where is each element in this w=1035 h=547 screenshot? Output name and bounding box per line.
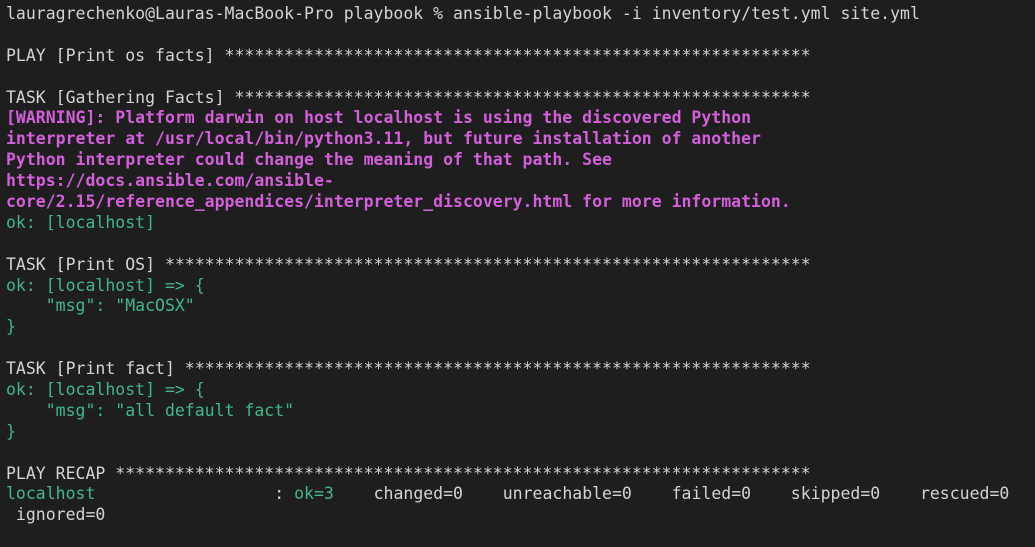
terminal-text-segment: Python interpreter could change the mean… bbox=[6, 150, 612, 170]
terminal-line-result: } bbox=[6, 422, 1035, 443]
terminal-text-segment: [WARNING]: Platform darwin on host local… bbox=[6, 108, 752, 128]
terminal-text-segment: ok: [localhost] => { bbox=[6, 275, 205, 295]
terminal-text-segment: localhost bbox=[6, 484, 96, 504]
terminal-line-task-header: TASK [Gathering Facts] *****************… bbox=[6, 88, 1035, 109]
terminal-line-recap: localhost : ok=3 changed=0 unreachable=0… bbox=[6, 484, 1035, 505]
terminal-text-segment: : bbox=[95, 484, 295, 504]
terminal-line-warning: interpreter at /usr/local/bin/python3.11… bbox=[6, 129, 1035, 150]
terminal-text-segment: TASK [Print fact] **********************… bbox=[6, 359, 811, 379]
terminal-line-play-header: PLAY [Print os facts] ******************… bbox=[6, 46, 1035, 67]
terminal-line-command: lauragrechenko@Lauras-MacBook-Pro playbo… bbox=[6, 4, 1035, 25]
terminal-text-segment: core/2.15/reference_appendices/interpret… bbox=[6, 192, 791, 212]
terminal-line-result: ok: [localhost] bbox=[6, 213, 1035, 234]
terminal-text-segment: } bbox=[6, 317, 16, 337]
terminal-line-result: ok: [localhost] => { bbox=[6, 276, 1035, 297]
terminal-line-recap-header: PLAY RECAP *****************************… bbox=[6, 464, 1035, 485]
terminal-line-result: } bbox=[6, 317, 1035, 338]
terminal-text-segment: ignored=0 bbox=[6, 505, 106, 525]
terminal-text-segment: PLAY [Print os facts] ******************… bbox=[6, 45, 811, 65]
terminal-text-segment: interpreter at /usr/local/bin/python3.11… bbox=[6, 129, 761, 149]
terminal-text-segment: TASK [Print OS] ************************… bbox=[6, 254, 811, 274]
terminal-text-segment: changed=0 unreachable=0 failed=0 skipped… bbox=[333, 484, 1010, 504]
terminal-line-warning: Python interpreter could change the mean… bbox=[6, 150, 1035, 171]
terminal-line-result: "msg": "MacOSX" bbox=[6, 296, 1035, 317]
terminal-line-recap: ignored=0 bbox=[6, 505, 1035, 526]
terminal-text-segment: ok: [localhost] bbox=[6, 212, 156, 232]
terminal-text-segment: ok=3 bbox=[294, 484, 334, 504]
terminal-text-segment: "msg": "all default fact" bbox=[6, 400, 295, 420]
terminal-line-warning: [WARNING]: Platform darwin on host local… bbox=[6, 108, 1035, 129]
terminal-text-segment: PLAY RECAP *****************************… bbox=[6, 463, 811, 483]
terminal-text-segment: TASK [Gathering Facts] *****************… bbox=[6, 87, 811, 107]
terminal-line-result: "msg": "all default fact" bbox=[6, 401, 1035, 422]
terminal-text-segment: https://docs.ansible.com/ansible- bbox=[6, 171, 334, 191]
terminal-text-segment: } bbox=[6, 421, 16, 441]
terminal-line-result: ok: [localhost] => { bbox=[6, 380, 1035, 401]
terminal-text-segment: lauragrechenko@Lauras-MacBook-Pro playbo… bbox=[6, 4, 920, 23]
terminal-line-warning: https://docs.ansible.com/ansible- bbox=[6, 171, 1035, 192]
terminal-line-task-header: TASK [Print fact] **********************… bbox=[6, 359, 1035, 380]
terminal-window[interactable]: lauragrechenko@Lauras-MacBook-Pro playbo… bbox=[0, 0, 1035, 547]
terminal-text-segment: ok: [localhost] => { bbox=[6, 380, 205, 400]
terminal-text-segment: "msg": "MacOSX" bbox=[6, 296, 195, 316]
terminal-line-task-header: TASK [Print OS] ************************… bbox=[6, 255, 1035, 276]
terminal-line-warning: core/2.15/reference_appendices/interpret… bbox=[6, 192, 1035, 213]
